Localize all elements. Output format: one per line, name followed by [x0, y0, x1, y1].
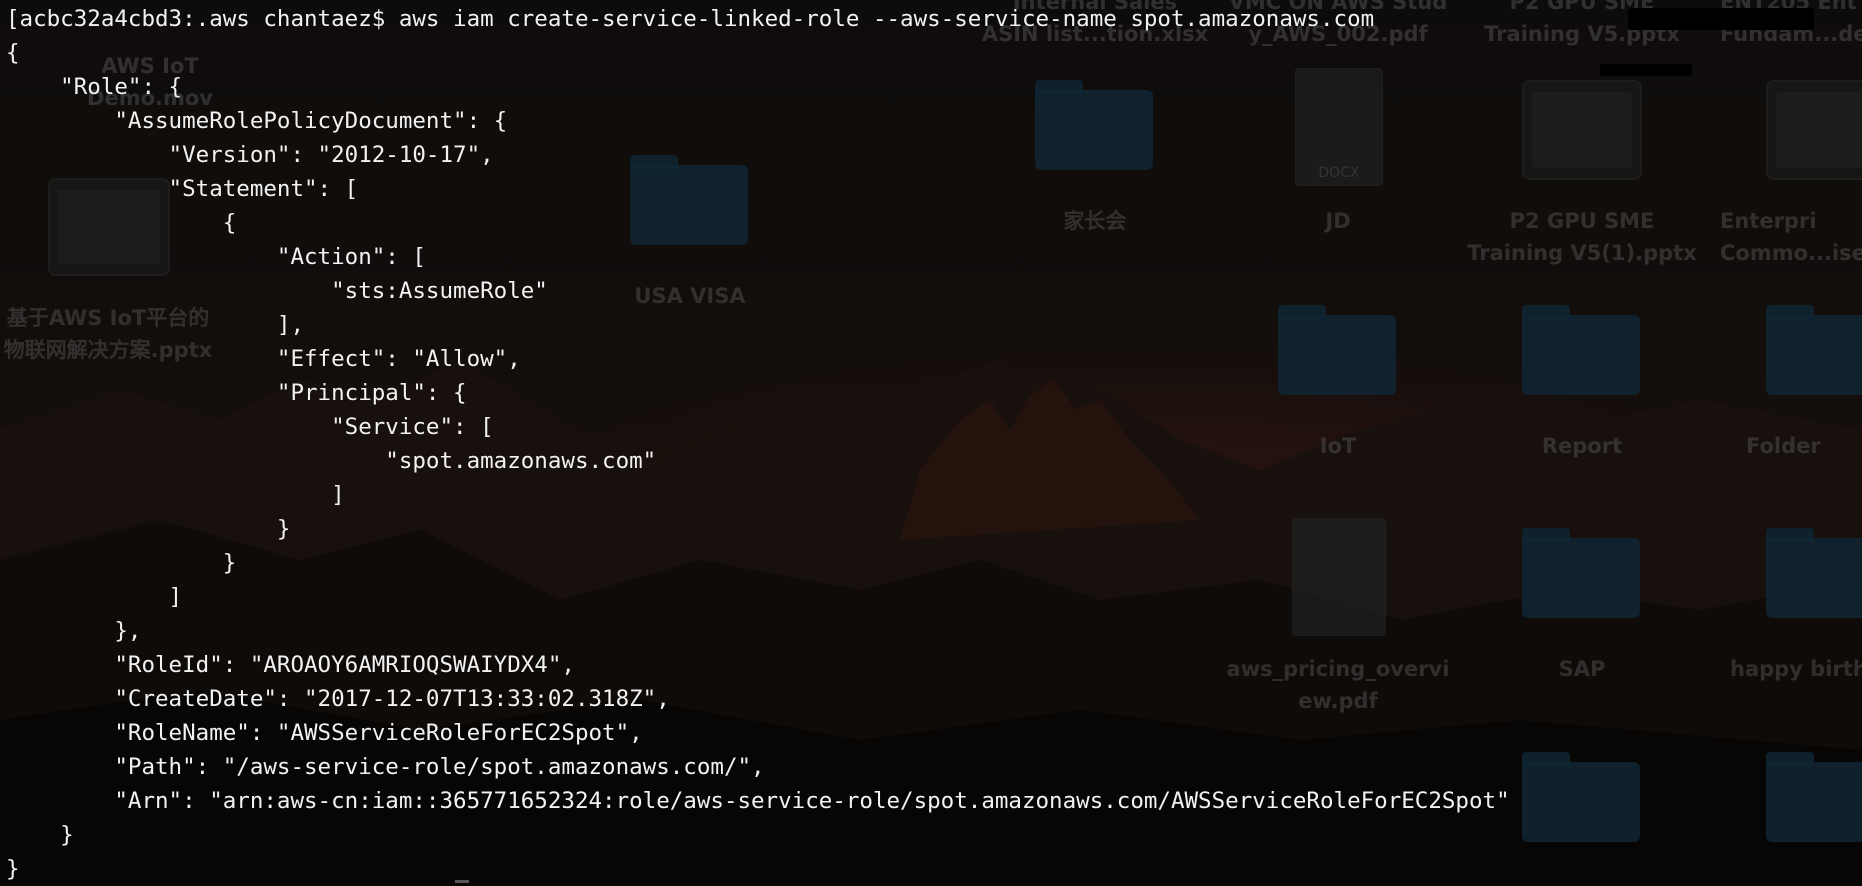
- terminal-output-line: "Statement": [: [6, 176, 359, 202]
- redaction-bar: [1628, 8, 1814, 30]
- terminal-output-line: "Arn": "arn:aws-cn:iam::365771652324:rol…: [6, 788, 1510, 814]
- terminal-window[interactable]: [acbc32a4cbd3:.aws chantaez$ aws iam cre…: [0, 0, 1862, 886]
- redaction-bar: [1600, 64, 1692, 76]
- terminal-output-line: ]: [6, 482, 345, 508]
- terminal-output-line: {: [6, 40, 20, 66]
- terminal-output-line: "Service": [: [6, 414, 494, 440]
- terminal-output-line: "Path": "/aws-service-role/spot.amazonaw…: [6, 754, 765, 780]
- terminal-output[interactable]: [acbc32a4cbd3:.aws chantaez$ aws iam cre…: [6, 2, 1510, 886]
- terminal-output-line: "spot.amazonaws.com": [6, 448, 657, 474]
- text-cursor: [455, 880, 469, 883]
- terminal-output-line: }: [6, 822, 74, 848]
- terminal-output-line: }: [6, 856, 20, 882]
- terminal-output-line: }: [6, 516, 291, 542]
- terminal-output-line: "Action": [: [6, 244, 426, 270]
- terminal-output-line: "Effect": "Allow",: [6, 346, 521, 372]
- terminal-output-line: "AssumeRolePolicyDocument": {: [6, 108, 508, 134]
- terminal-output-line: ],: [6, 312, 305, 338]
- desktop-screen: AWS IoT Demo.mov 基于AWS IoT平台的 物联网解决方案.pp…: [0, 0, 1862, 886]
- terminal-output-line: "sts:AssumeRole": [6, 278, 548, 304]
- terminal-output-line: },: [6, 618, 142, 644]
- terminal-output-line: "CreateDate": "2017-12-07T13:33:02.318Z"…: [6, 686, 670, 712]
- terminal-output-line: ]: [6, 584, 183, 610]
- terminal-command-line: [acbc32a4cbd3:.aws chantaez$ aws iam cre…: [6, 6, 1375, 32]
- terminal-output-line: "RoleName": "AWSServiceRoleForEC2Spot",: [6, 720, 643, 746]
- terminal-output-line: "RoleId": "AROAOY6AMRIOQSWAIYDX4",: [6, 652, 575, 678]
- terminal-output-line: "Role": {: [6, 74, 183, 100]
- terminal-output-line: }: [6, 550, 237, 576]
- terminal-output-line: "Version": "2012-10-17",: [6, 142, 494, 168]
- terminal-output-line: {: [6, 210, 237, 236]
- terminal-output-line: "Principal": {: [6, 380, 467, 406]
